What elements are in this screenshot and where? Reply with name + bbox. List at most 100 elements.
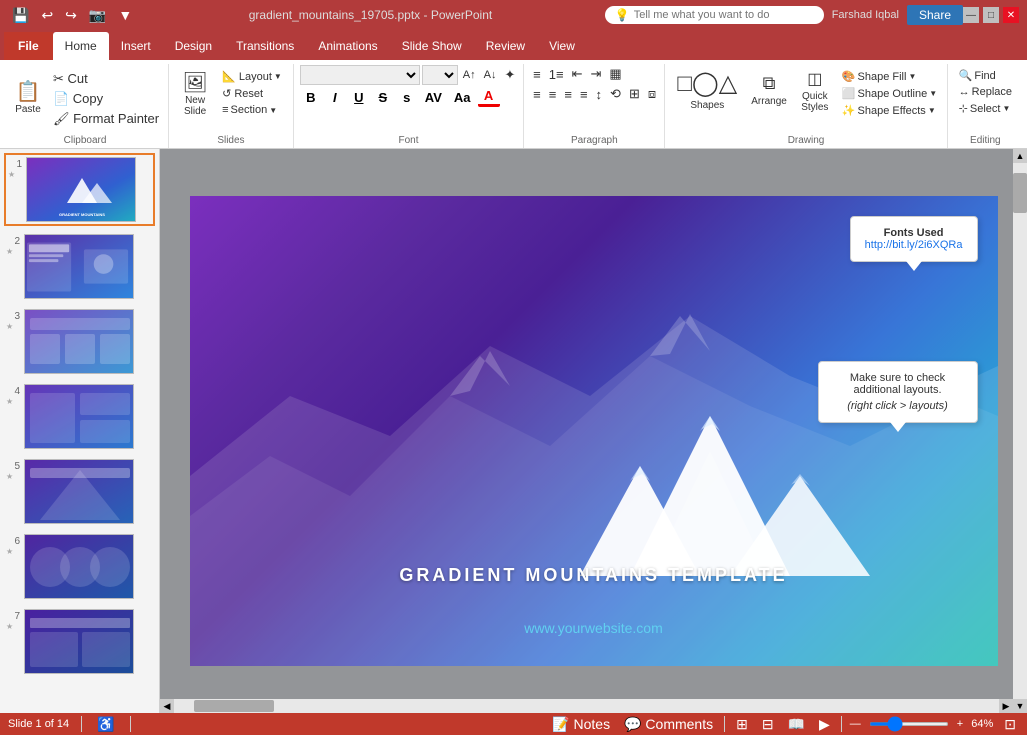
zoom-slider[interactable]	[869, 722, 949, 726]
scroll-up-btn[interactable]: ▲	[1013, 149, 1027, 163]
slide-thumb-7[interactable]: 7 ★	[4, 607, 155, 676]
text-align-btn[interactable]: ⊞	[626, 85, 643, 103]
slide-thumb-4[interactable]: 4 ★	[4, 382, 155, 451]
scroll-thumb-h[interactable]	[194, 700, 274, 712]
tab-home[interactable]: Home	[53, 32, 109, 60]
quick-styles-button[interactable]: ◫ QuickStyles	[795, 65, 835, 117]
decrease-font-btn[interactable]: A↓	[481, 68, 500, 82]
minimize-btn[interactable]: —	[963, 7, 979, 23]
line-spacing-btn[interactable]: ↕	[593, 86, 606, 103]
align-left-btn[interactable]: ≡	[530, 86, 544, 103]
slideshow-btn[interactable]: ▶	[816, 716, 833, 733]
notes-accessibility-btn[interactable]: ♿	[94, 716, 117, 733]
scroll-v[interactable]: ▲ ▼	[1013, 149, 1027, 713]
undo-btn[interactable]: ↩	[37, 5, 57, 26]
strikethrough-btn[interactable]: S	[372, 89, 394, 106]
close-btn[interactable]: ✕	[1003, 7, 1019, 23]
shape-effects-button[interactable]: ✨ Shape Effects ▼	[837, 103, 942, 118]
drawing-group: □◯△ Shapes ⧉ Arrange ◫ QuickStyles 🎨 Sha…	[667, 64, 947, 148]
clear-format-btn[interactable]: ✦	[501, 66, 518, 84]
align-right-btn[interactable]: ≡	[561, 86, 575, 103]
text-direction-btn[interactable]: ⟲	[607, 85, 624, 103]
comments-button[interactable]: 💬 Comments	[621, 716, 716, 733]
shadow-btn[interactable]: s	[396, 89, 418, 106]
slide-thumb-2[interactable]: 2 ★	[4, 232, 155, 301]
share-button[interactable]: Share	[907, 5, 963, 25]
file-tab[interactable]: File	[4, 32, 53, 60]
slides-label: Slides	[175, 133, 287, 146]
slide-website: www.yourwebsite.com	[524, 620, 663, 636]
scroll-left-btn[interactable]: ◀	[160, 699, 174, 713]
editing-group: 🔍 Find ↔ Replace ⊹ Select ▼ Editing	[950, 64, 1023, 148]
replace-button[interactable]: ↔ Replace	[954, 85, 1017, 99]
increase-font-btn[interactable]: A↑	[460, 68, 479, 82]
section-button[interactable]: ≡ Section ▼	[217, 103, 287, 117]
username-label: Farshad Iqbal	[832, 9, 899, 21]
slide-thumb-5[interactable]: 5 ★	[4, 457, 155, 526]
slide-thumb-3[interactable]: 3 ★	[4, 307, 155, 376]
tab-view[interactable]: View	[537, 32, 587, 60]
increase-indent-btn[interactable]: ⇥	[588, 65, 605, 83]
slide-sorter-btn[interactable]: ⊟	[759, 716, 777, 733]
shape-outline-button[interactable]: ⬜ Shape Outline ▼	[837, 86, 942, 101]
columns-btn[interactable]: ▦	[606, 65, 624, 83]
justify-btn[interactable]: ≡	[577, 86, 591, 103]
slide-thumb-1[interactable]: 1 ★ GRADIENT MOUNTAINS	[4, 153, 155, 226]
quick-access-toolbar: 💾 ↩ ↪ 📷 ▼	[8, 5, 136, 26]
paste-button[interactable]: 📋 Paste	[8, 69, 48, 129]
reading-view-btn[interactable]: 📖	[785, 716, 808, 733]
copy-button[interactable]: 📄 Copy	[50, 90, 162, 108]
scroll-h[interactable]: ◀ ▶	[160, 699, 1013, 713]
char-spacing-btn[interactable]: Aa	[449, 89, 476, 106]
reset-button[interactable]: ↺ Reset	[217, 86, 287, 101]
tell-me-box[interactable]: 💡	[605, 6, 824, 24]
font-label: Font	[300, 133, 517, 146]
italic-btn[interactable]: I	[324, 89, 346, 106]
clipboard-label: Clipboard	[8, 133, 162, 146]
new-slide-button[interactable]: 🖼 NewSlide	[175, 65, 215, 125]
fit-slide-btn[interactable]: ⊡	[1001, 716, 1019, 733]
tab-slideshow[interactable]: Slide Show	[390, 32, 474, 60]
font-color-btn[interactable]: A	[478, 87, 500, 107]
tab-design[interactable]: Design	[163, 32, 224, 60]
select-button[interactable]: ⊹ Select ▼	[954, 101, 1017, 116]
maximize-btn[interactable]: □	[983, 7, 999, 23]
scroll-right-btn[interactable]: ▶	[999, 699, 1013, 713]
format-painter-button[interactable]: 🖌 Format Painter	[50, 110, 162, 128]
decrease-indent-btn[interactable]: ⇤	[569, 65, 586, 83]
font-name-select[interactable]	[300, 65, 420, 85]
scroll-thumb-v[interactable]	[1013, 173, 1027, 213]
slide-panel[interactable]: 1 ★ GRADIENT MOUNTAINS	[0, 149, 160, 713]
numbering-btn[interactable]: 1≡	[546, 66, 567, 83]
slide-thumb-6[interactable]: 6 ★	[4, 532, 155, 601]
arrange-button[interactable]: ⧉ Arrange	[745, 65, 793, 115]
notes-button[interactable]: 📝 Notes	[549, 716, 613, 733]
title-bar: 💾 ↩ ↪ 📷 ▼ gradient_mountains_19705.pptx …	[0, 0, 1027, 30]
smart-art-btn[interactable]: ⧈	[645, 85, 659, 103]
callout-layouts-text1: Make sure to check additional layouts.	[833, 372, 963, 396]
tab-review[interactable]: Review	[474, 32, 537, 60]
cut-button[interactable]: ✂ Cut	[50, 70, 162, 88]
layout-button[interactable]: 📐 Layout ▼	[217, 69, 287, 84]
bullets-btn[interactable]: ≡	[530, 66, 544, 83]
tab-transitions[interactable]: Transitions	[224, 32, 306, 60]
tab-insert[interactable]: Insert	[109, 32, 163, 60]
underline-btn[interactable]: U	[348, 89, 370, 106]
redo-btn[interactable]: ↪	[61, 5, 81, 26]
font-size-select[interactable]	[422, 65, 458, 85]
snapshot-btn[interactable]: 📷	[85, 5, 110, 26]
shape-fill-button[interactable]: 🎨 Shape Fill ▼	[837, 69, 942, 84]
find-button[interactable]: 🔍 Find	[954, 68, 1017, 83]
tell-me-input[interactable]	[634, 9, 814, 21]
customize-btn[interactable]: ▼	[114, 5, 136, 25]
align-center-btn[interactable]: ≡	[546, 86, 560, 103]
normal-view-btn[interactable]: ⊞	[733, 716, 751, 733]
slide-preview-1: GRADIENT MOUNTAINS	[26, 157, 136, 222]
spacing-btn[interactable]: AV	[420, 89, 447, 106]
save-btn[interactable]: 💾	[8, 5, 33, 26]
tab-animations[interactable]: Animations	[306, 32, 389, 60]
shapes-button[interactable]: □◯△ Shapes	[671, 65, 743, 115]
slide-canvas[interactable]: GRADIENT MOUNTAINS TEMPLATE www.yourwebs…	[190, 196, 998, 666]
bold-btn[interactable]: B	[300, 89, 322, 106]
scroll-down-btn[interactable]: ▼	[1013, 699, 1027, 713]
